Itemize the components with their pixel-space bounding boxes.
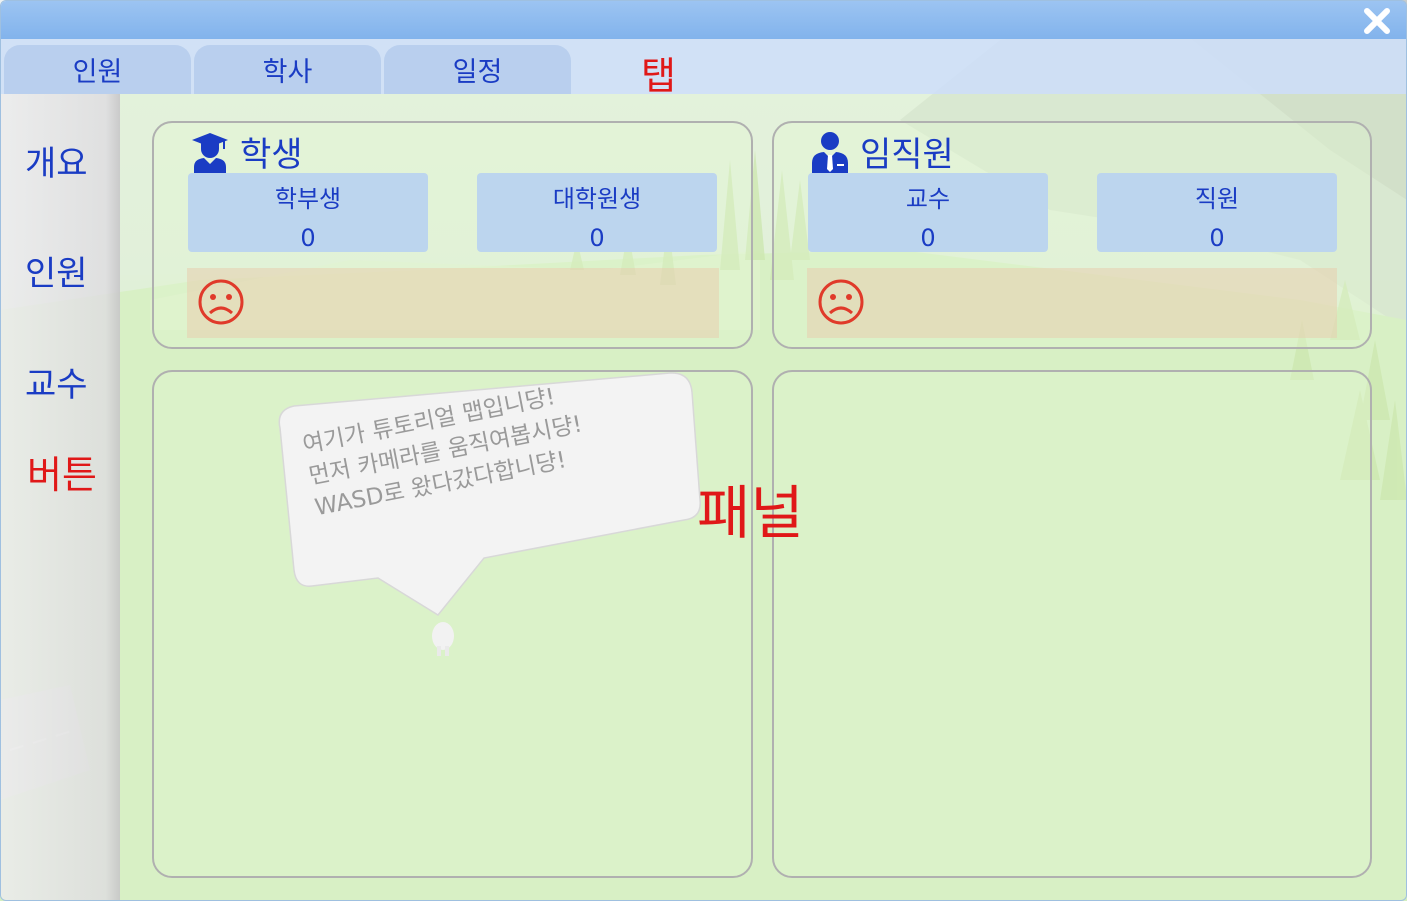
graduate-icon [192, 132, 228, 173]
sidebar-item-overview[interactable]: 개요 [25, 136, 88, 185]
employee-icon [812, 131, 848, 173]
tab-schedule[interactable]: 일정 [384, 45, 571, 94]
graduate-count: 0 [589, 224, 605, 252]
tab-bar: 인원 학사 일정 [1, 39, 1406, 94]
sidebar: 개요 인원 교수 버튼 [1, 94, 120, 900]
students-panel: 학생 학부생 0 대학원생 0 [152, 121, 753, 349]
sidebar-item-professors[interactable]: 교수 [25, 357, 88, 406]
employee-label: 직원 [1194, 185, 1240, 213]
tab-academics[interactable]: 학사 [194, 45, 381, 94]
staff-panel: 임직원 교수 0 직원 0 [772, 121, 1372, 349]
title-bar [1, 1, 1406, 39]
tab-personnel[interactable]: 인원 [4, 45, 191, 94]
staff-panel-title: 임직원 [860, 135, 954, 175]
undergraduate-count: 0 [300, 224, 316, 252]
professor-label: 교수 [905, 185, 951, 213]
tutorial-character [432, 622, 454, 656]
staff-mood-bar [807, 268, 1337, 338]
professor-count: 0 [920, 224, 936, 252]
graduate-stat-card: 대학원생 0 [477, 173, 717, 252]
close-icon [1364, 8, 1390, 34]
sad-face-icon [198, 279, 244, 325]
staff-panel-header: 임직원 [810, 127, 954, 176]
students-panel-header: 학생 [190, 127, 303, 176]
employee-count: 0 [1209, 224, 1225, 252]
close-button[interactable] [1362, 6, 1392, 36]
students-panel-title: 학생 [240, 135, 303, 175]
employee-stat-card: 직원 0 [1097, 173, 1337, 252]
sidebar-item-personnel[interactable]: 인원 [25, 246, 88, 295]
sidebar-annotation-label: 버튼 [27, 453, 97, 497]
undergraduate-label: 학부생 [274, 185, 342, 213]
undergraduate-stat-card: 학부생 0 [188, 173, 428, 252]
students-mood-bar [187, 268, 719, 338]
sad-face-icon [818, 279, 864, 325]
panel-annotation-label: 패널 [697, 479, 804, 547]
professor-stat-card: 교수 0 [808, 173, 1048, 252]
tab-annotation-label: 탭 [641, 54, 676, 98]
lower-right-panel [772, 370, 1372, 878]
graduate-label: 대학원생 [552, 185, 642, 213]
